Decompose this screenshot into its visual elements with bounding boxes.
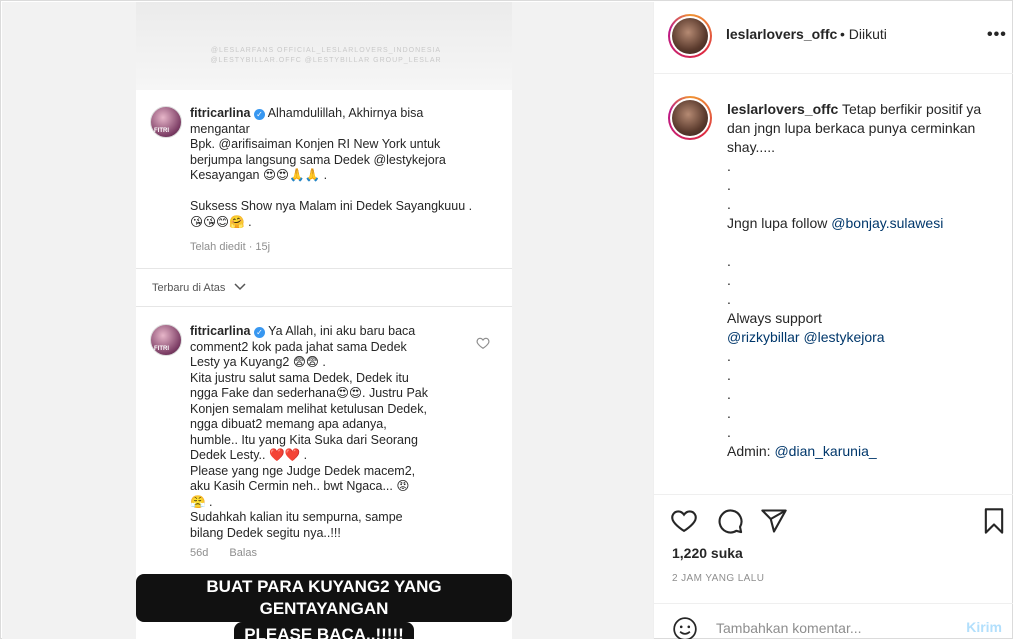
watermark-text: @LESLARFANS OFFICIAL_LESLARLOVERS_INDONE…	[210, 47, 442, 64]
add-comment-row: Kirim	[654, 603, 1013, 639]
share-icon[interactable]	[760, 507, 788, 535]
post-media[interactable]: @LESLARFANS OFFICIAL_LESLARLOVERS_INDONE…	[2, 2, 653, 639]
sort-selector: Terbaru di Atas	[152, 282, 246, 294]
avatar[interactable]	[668, 14, 712, 58]
comment-meta: 56d Balas	[190, 547, 257, 559]
post-header: leslarlovers_offc • Diikuti •••	[654, 2, 1013, 74]
comment-meta: Telah diedit · 15j	[190, 241, 271, 253]
post-comment-button[interactable]: Kirim	[966, 619, 1002, 635]
verified-icon: ✓	[253, 327, 265, 338]
mention-link[interactable]: @rizkybillar	[727, 329, 800, 345]
emoji-icon[interactable]	[672, 616, 698, 639]
caption-username[interactable]: leslarlovers_offc	[727, 101, 838, 117]
avatar[interactable]	[668, 96, 712, 140]
post-timestamp[interactable]: 2 JAM YANG LALU	[672, 573, 764, 584]
caption-text: leslarlovers_offc Tetap berfikir positif…	[727, 101, 982, 459]
mention-link[interactable]: @bonjay.sulawesi	[831, 215, 943, 231]
like-count[interactable]: 1,220 suka	[672, 545, 743, 561]
bookmark-icon[interactable]	[980, 507, 1008, 535]
comment-username: fitricarlina	[190, 324, 251, 338]
comment-input[interactable]	[716, 620, 956, 636]
divider	[136, 306, 512, 307]
commenter-avatar: FITRI	[150, 324, 182, 356]
comment-icon[interactable]	[716, 507, 744, 535]
commenter-avatar: FITRI	[150, 106, 182, 138]
follow-status[interactable]: • Diikuti	[840, 26, 887, 42]
screenshot-top-area: @LESLARFANS OFFICIAL_LESLARLOVERS_INDONE…	[136, 2, 512, 90]
post-sidebar: leslarlovers_offc • Diikuti ••• leslarlo…	[653, 2, 1013, 639]
chevron-down-icon	[234, 283, 246, 291]
action-bar: 1,220 suka 2 JAM YANG LALU Kirim	[654, 494, 1013, 639]
heart-icon[interactable]	[670, 507, 698, 535]
comment-1: fitricarlina ✓ Alhamdulillah, Akhirnya b…	[190, 106, 473, 229]
comment-2: fitricarlina ✓ Ya Allah, ini aku baru ba…	[190, 324, 429, 540]
mention-link[interactable]: @dian_karunia_	[774, 443, 876, 459]
caption-area: leslarlovers_offc Tetap berfikir positif…	[654, 74, 1013, 494]
divider	[136, 268, 512, 269]
verified-icon: ✓	[253, 109, 265, 120]
more-horizontal-icon[interactable]: •••	[987, 27, 1007, 43]
screenshot-image: @LESLARFANS OFFICIAL_LESLARLOVERS_INDONE…	[136, 2, 512, 639]
mention-link[interactable]: @lestykejora	[803, 329, 884, 345]
caption-banner: BUAT PARA KUYANG2 YANG GENTAYANGAN PLEAS…	[136, 574, 512, 639]
header-username[interactable]: leslarlovers_offc	[726, 26, 837, 42]
comment-username: fitricarlina	[190, 106, 251, 120]
post-dialog: @LESLARFANS OFFICIAL_LESLARLOVERS_INDONE…	[0, 0, 1013, 639]
